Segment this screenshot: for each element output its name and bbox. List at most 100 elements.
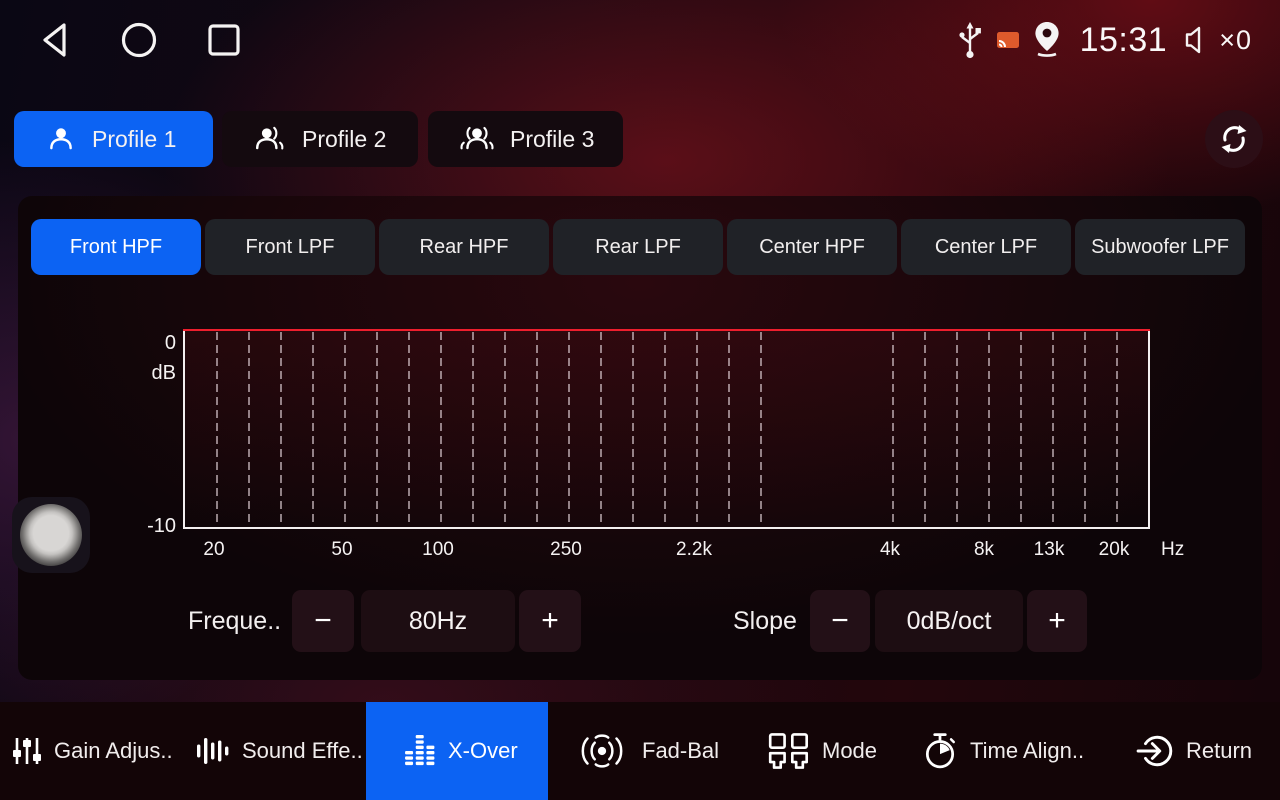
nav-mode[interactable]: Mode xyxy=(768,702,877,800)
tab-subwoofer-lpf[interactable]: Subwoofer LPF xyxy=(1075,219,1245,275)
response-curve xyxy=(183,329,1150,331)
slope-minus-button[interactable]: − xyxy=(810,590,870,652)
recents-icon[interactable] xyxy=(206,21,242,59)
waveform-bars-icon xyxy=(194,735,230,767)
frequency-value: 80Hz xyxy=(361,590,515,652)
chart-gridline xyxy=(956,332,958,527)
chart-gridline xyxy=(1084,332,1086,527)
y-axis-unit-label: dB xyxy=(130,362,176,385)
knob-circle xyxy=(20,504,82,566)
bottom-nav-bar: Gain Adjus.. Sound Effe.. xyxy=(0,702,1280,800)
equalizer-columns-icon xyxy=(404,735,436,767)
tab-front-lpf[interactable]: Front LPF xyxy=(205,219,375,275)
tab-rear-lpf[interactable]: Rear LPF xyxy=(553,219,723,275)
tab-center-lpf[interactable]: Center LPF xyxy=(901,219,1071,275)
nav-label: X-Over xyxy=(448,738,518,764)
x-axis-tick-label: 50 xyxy=(331,539,352,561)
floating-knob-button[interactable] xyxy=(12,497,90,573)
stopwatch-icon xyxy=(922,732,958,770)
crossover-chart: 0 dB -10 Hz 20501002502.2k4k8k13k20k xyxy=(130,318,1230,568)
arrow-into-circle-icon xyxy=(1136,732,1174,770)
person-broadcast-icon xyxy=(460,125,494,153)
chart-x-ticks: Hz 20501002502.2k4k8k13k20k xyxy=(183,539,1223,565)
tab-rear-hpf[interactable]: Rear HPF xyxy=(379,219,549,275)
nav-return[interactable]: Return xyxy=(1136,702,1252,800)
person-speaking-icon xyxy=(254,125,286,153)
chart-plot-area[interactable] xyxy=(183,330,1150,529)
status-icons: 15:31 ×0 xyxy=(956,16,1252,64)
frequency-label: Freque.. xyxy=(188,590,281,652)
back-icon[interactable] xyxy=(38,21,72,59)
android-nav-keys xyxy=(38,18,242,62)
chart-gridline xyxy=(632,332,634,527)
chart-gridline xyxy=(536,332,538,527)
chart-gridline xyxy=(248,332,250,527)
profile-label: Profile 3 xyxy=(510,126,594,153)
profile-3-button[interactable]: Profile 3 xyxy=(428,111,623,167)
chart-gridline xyxy=(760,332,762,527)
nav-x-over[interactable]: X-Over xyxy=(404,702,518,800)
nav-label: Gain Adjus.. xyxy=(54,738,173,764)
volume-level: ×0 xyxy=(1219,25,1252,56)
nav-label: Return xyxy=(1186,738,1252,764)
home-icon[interactable] xyxy=(120,21,158,59)
mixer-sliders-icon xyxy=(12,735,42,767)
chart-gridline xyxy=(312,332,314,527)
chart-gridline xyxy=(924,332,926,527)
clock: 15:31 xyxy=(1080,21,1168,60)
chart-gridline xyxy=(892,332,894,527)
filter-controls: Freque.. − 80Hz + Slope − 0dB/oct + xyxy=(18,590,1262,652)
nav-time-align[interactable]: Time Align.. xyxy=(922,702,1084,800)
nav-gain-adjust[interactable]: Gain Adjus.. xyxy=(12,702,173,800)
profile-label: Profile 2 xyxy=(302,126,386,153)
tab-center-hpf[interactable]: Center HPF xyxy=(727,219,897,275)
x-axis-tick-label: 20 xyxy=(203,539,224,561)
frequency-minus-button[interactable]: − xyxy=(292,590,354,652)
y-axis-tick-label: 0 xyxy=(130,332,176,355)
slope-value: 0dB/oct xyxy=(875,590,1023,652)
slope-plus-button[interactable]: + xyxy=(1027,590,1087,652)
nav-label: Mode xyxy=(822,738,877,764)
chart-gridline xyxy=(1020,332,1022,527)
profile-2-button[interactable]: Profile 2 xyxy=(222,111,418,167)
location-icon xyxy=(1032,20,1062,60)
chart-gridline xyxy=(568,332,570,527)
volume-muted-icon[interactable]: ×0 xyxy=(1185,25,1252,56)
y-axis-tick-label: -10 xyxy=(130,515,176,538)
chart-gridline xyxy=(664,332,666,527)
chart-gridline xyxy=(408,332,410,527)
slope-label: Slope xyxy=(733,590,797,652)
chart-gridline xyxy=(440,332,442,527)
chart-gridline xyxy=(472,332,474,527)
tab-front-hpf[interactable]: Front HPF xyxy=(31,219,201,275)
x-axis-tick-label: 13k xyxy=(1034,539,1065,561)
usb-icon xyxy=(956,19,984,61)
person-icon xyxy=(46,125,76,153)
x-axis-tick-label: 8k xyxy=(974,539,994,561)
x-axis-tick-label: 4k xyxy=(880,539,900,561)
profile-bar: Profile 1 Profile 2 Profile 3 xyxy=(0,108,1280,170)
x-axis-tick-label: 250 xyxy=(550,539,582,561)
x-axis-tick-label: 100 xyxy=(422,539,454,561)
chart-gridline xyxy=(1116,332,1118,527)
chart-gridline xyxy=(216,332,218,527)
chart-gridline xyxy=(376,332,378,527)
profile-1-button[interactable]: Profile 1 xyxy=(14,111,213,167)
chart-gridline xyxy=(344,332,346,527)
nav-fad-bal[interactable]: Fad-Bal xyxy=(574,702,719,800)
chart-gridline xyxy=(600,332,602,527)
cast-icon xyxy=(996,30,1020,50)
chart-gridline xyxy=(696,332,698,527)
x-axis-tick-label: 2.2k xyxy=(676,539,712,561)
chart-gridline xyxy=(1052,332,1054,527)
speaker-waves-icon xyxy=(574,733,630,769)
nav-sound-effects[interactable]: Sound Effe.. xyxy=(194,702,363,800)
chart-gridline xyxy=(280,332,282,527)
x-axis-unit-label: Hz xyxy=(1161,539,1184,561)
chart-gridline xyxy=(988,332,990,527)
nav-label: Time Align.. xyxy=(970,738,1084,764)
xover-panel: Front HPF Front LPF Rear HPF Rear LPF Ce… xyxy=(18,196,1262,680)
refresh-button[interactable] xyxy=(1205,110,1263,168)
refresh-icon xyxy=(1218,123,1250,155)
frequency-plus-button[interactable]: + xyxy=(519,590,581,652)
